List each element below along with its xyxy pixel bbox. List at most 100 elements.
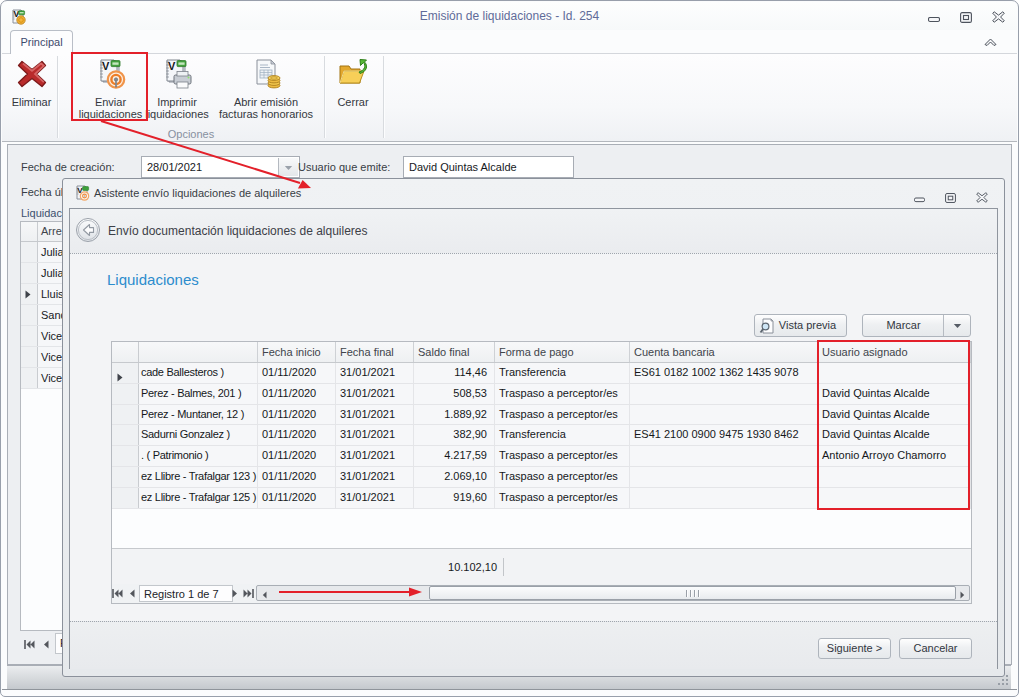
eliminar-button[interactable]: Eliminar — [6, 56, 57, 122]
table-row[interactable]: ez Llibre - Trafalgar 123 )01/11/202031/… — [112, 467, 971, 488]
table-row[interactable]: cade Ballesteros )01/11/202031/01/202111… — [112, 363, 971, 384]
cell-forma_pago[interactable]: Traspaso a perceptor/es — [495, 446, 630, 466]
main-titlebar[interactable]: V Emisión de liquidaciones - Id. 254 — [2, 2, 1017, 30]
cell-cuenta_bancaria[interactable] — [630, 405, 818, 425]
row-indicator[interactable] — [21, 263, 38, 283]
cell-cuenta_bancaria[interactable]: ES61 0182 1002 1362 1435 9078 — [630, 363, 818, 383]
cell-usuario_asignado[interactable] — [818, 363, 971, 383]
row-indicator[interactable] — [112, 425, 139, 445]
cell-fecha_final[interactable]: 31/01/2021 — [336, 488, 414, 508]
enviar-liquidaciones-button[interactable]: V Enviarliquidaciones — [74, 56, 147, 122]
table-row[interactable]: Perez - Balmes, 201 )01/11/202031/01/202… — [112, 384, 971, 405]
tab-principal[interactable]: Principal — [10, 30, 73, 54]
cell-usuario_asignado[interactable]: David Quintas Alcalde — [818, 384, 971, 404]
fecha-creacion-field[interactable]: 28/01/2021 — [141, 156, 300, 178]
row-indicator[interactable] — [112, 384, 139, 404]
vista-previa-button[interactable]: Vista previa — [754, 314, 847, 337]
cell-saldo_final[interactable]: 4.217,59 — [414, 446, 495, 466]
cell-arrendatario[interactable]: Perez - Muntaner, 12 ) — [139, 405, 258, 425]
dialog-maximize-button[interactable] — [945, 193, 956, 205]
minimize-button[interactable] — [928, 12, 940, 25]
row-indicator[interactable] — [21, 347, 38, 367]
cell-saldo_final[interactable]: 2.069,10 — [414, 467, 495, 487]
cell-arrendatario[interactable]: ez Llibre - Trafalgar 125 ) — [139, 488, 258, 508]
column-header-fecha-inicio[interactable]: Fecha inicio — [258, 342, 336, 362]
first-record-icon[interactable] — [112, 588, 123, 600]
cell-arrendatario[interactable]: . ( Patrimonio ) — [139, 446, 258, 466]
cell-saldo_final[interactable]: 1.889,92 — [414, 405, 495, 425]
cell-saldo_final[interactable]: 114,46 — [414, 363, 495, 383]
cell-arrendatario[interactable]: Perez - Balmes, 201 ) — [139, 384, 258, 404]
cell-usuario_asignado[interactable]: Antonio Arroyo Chamorro — [818, 446, 971, 466]
back-button[interactable] — [76, 218, 100, 242]
table-row[interactable]: . ( Patrimonio )01/11/202031/01/20214.21… — [112, 446, 971, 467]
previous-record-icon[interactable] — [43, 639, 49, 651]
cell-saldo_final[interactable]: 919,60 — [414, 488, 495, 508]
cell-fecha_final[interactable]: 31/01/2021 — [336, 384, 414, 404]
imprimir-liquidaciones-button[interactable]: V Imprimirliquidaciones — [144, 56, 210, 122]
dialog-titlebar[interactable]: V Asistente envío liquidaciones de alqui… — [63, 179, 1004, 208]
scrollbar-thumb[interactable] — [429, 586, 956, 600]
table-row[interactable]: Perez - Muntaner, 12 )01/11/202031/01/20… — [112, 405, 971, 426]
row-indicator[interactable] — [112, 405, 139, 425]
cell-cuenta_bancaria[interactable] — [630, 467, 818, 487]
date-dropdown-button[interactable] — [278, 158, 298, 176]
cell-fecha_inicio[interactable]: 01/11/2020 — [258, 363, 336, 383]
column-header[interactable] — [139, 342, 258, 362]
scroll-left-icon[interactable] — [262, 589, 267, 601]
column-header-saldo-final[interactable]: Saldo final — [414, 342, 495, 362]
scroll-right-icon[interactable] — [960, 589, 965, 601]
cell-forma_pago[interactable]: Traspaso a perceptor/es — [495, 384, 630, 404]
close-button[interactable] — [992, 11, 1005, 25]
cell-fecha_final[interactable]: 31/01/2021 — [336, 446, 414, 466]
cell-usuario_asignado[interactable] — [818, 467, 971, 487]
column-header-cuenta-bancaria[interactable]: Cuenta bancaria — [630, 342, 818, 362]
row-indicator[interactable] — [21, 326, 38, 346]
marcar-split-button[interactable]: Marcar — [862, 314, 971, 337]
row-indicator[interactable] — [112, 363, 139, 383]
cell-cuenta_bancaria[interactable]: ES41 2100 0900 9475 1930 8462 — [630, 425, 818, 445]
cell-fecha_final[interactable]: 31/01/2021 — [336, 405, 414, 425]
cell-fecha_inicio[interactable]: 01/11/2020 — [258, 488, 336, 508]
horizontal-scrollbar[interactable] — [256, 585, 970, 601]
last-record-icon[interactable] — [243, 588, 254, 600]
cell-fecha_inicio[interactable]: 01/11/2020 — [258, 384, 336, 404]
cell-forma_pago[interactable]: Transferencia — [495, 363, 630, 383]
abrir-emision-button[interactable]: Abrir emisiónfacturas honorarios — [216, 56, 316, 122]
cell-cuenta_bancaria[interactable] — [630, 488, 818, 508]
row-indicator[interactable] — [21, 368, 38, 388]
cell-fecha_final[interactable]: 31/01/2021 — [336, 425, 414, 445]
usuario-emite-field[interactable]: David Quintas Alcalde — [403, 156, 574, 178]
row-indicator[interactable] — [112, 446, 139, 466]
cell-forma_pago[interactable]: Traspaso a perceptor/es — [495, 488, 630, 508]
row-indicator[interactable] — [21, 242, 38, 262]
cancelar-button[interactable]: Cancelar — [899, 638, 972, 659]
cell-usuario_asignado[interactable]: David Quintas Alcalde — [818, 405, 971, 425]
cell-saldo_final[interactable]: 508,53 — [414, 384, 495, 404]
next-record-icon[interactable] — [232, 588, 238, 600]
cell-fecha_inicio[interactable]: 01/11/2020 — [258, 425, 336, 445]
cell-forma_pago[interactable]: Transferencia — [495, 425, 630, 445]
cell-arrendatario[interactable]: Sadurni Gonzalez ) — [139, 425, 258, 445]
cell-fecha_final[interactable]: 31/01/2021 — [336, 363, 414, 383]
cell-usuario_asignado[interactable]: David Quintas Alcalde — [818, 425, 971, 445]
cerrar-button[interactable]: Cerrar — [327, 56, 379, 122]
table-row[interactable]: ez Llibre - Trafalgar 125 )01/11/202031/… — [112, 488, 971, 509]
cell-fecha_inicio[interactable]: 01/11/2020 — [258, 405, 336, 425]
column-header-usuario-asignado[interactable]: Usuario asignado — [818, 342, 971, 362]
cell-arrendatario[interactable]: ez Llibre - Trafalgar 123 ) — [139, 467, 258, 487]
cell-arrendatario[interactable]: cade Ballesteros ) — [139, 363, 258, 383]
marcar-button[interactable]: Marcar — [863, 315, 944, 336]
column-header-fecha-final[interactable]: Fecha final — [336, 342, 414, 362]
cell-fecha_final[interactable]: 31/01/2021 — [336, 467, 414, 487]
table-row[interactable]: Sadurni Gonzalez )01/11/202031/01/202138… — [112, 425, 971, 446]
marcar-dropdown-arrow[interactable] — [943, 315, 970, 336]
cell-forma_pago[interactable]: Traspaso a perceptor/es — [495, 405, 630, 425]
previous-record-icon[interactable] — [129, 588, 135, 600]
cell-forma_pago[interactable]: Traspaso a perceptor/es — [495, 467, 630, 487]
column-header[interactable] — [112, 342, 139, 362]
first-record-icon[interactable] — [24, 639, 35, 651]
cell-cuenta_bancaria[interactable] — [630, 384, 818, 404]
row-indicator[interactable] — [112, 467, 139, 487]
row-indicator[interactable] — [112, 488, 139, 508]
